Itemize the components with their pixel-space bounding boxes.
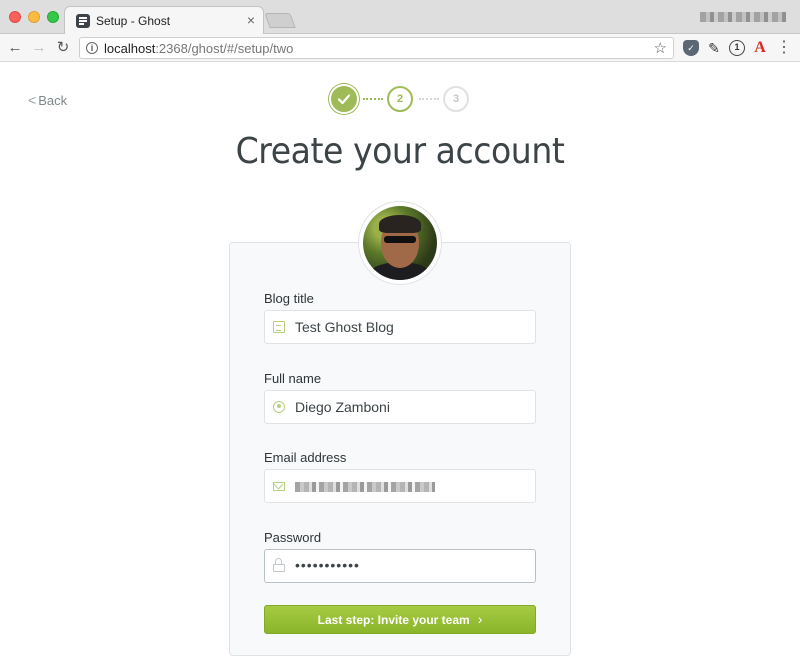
address-bar[interactable]: i localhost:2368/ghost/#/setup/two ☆ [79, 37, 674, 59]
checkmark-icon [337, 94, 351, 105]
mail-icon [273, 482, 285, 491]
profile-photo [363, 206, 437, 280]
chevron-left-icon: < [28, 92, 37, 108]
back-label: Back [38, 93, 68, 108]
blog-title-field[interactable]: Test Ghost Blog [264, 310, 536, 344]
onepassword-extension-icon[interactable]: 1 [729, 40, 745, 56]
browser-menu-icon[interactable]: ⋮ [776, 40, 792, 56]
chevron-right-icon: › [477, 611, 483, 627]
url-host: localhost [104, 41, 156, 56]
back-link[interactable]: < Back [28, 92, 67, 108]
invite-team-button[interactable]: Last step: Invite your team › [264, 605, 536, 634]
reload-icon[interactable]: ↻ [54, 39, 72, 57]
avatar[interactable] [358, 201, 442, 285]
new-tab-button[interactable] [264, 13, 296, 28]
password-value: ••••••••••• [295, 557, 360, 573]
acrobat-extension-icon[interactable]: A [752, 40, 768, 56]
book-icon [273, 321, 285, 333]
browser-toolbar: ← → ↻ i localhost:2368/ghost/#/setup/two… [0, 34, 800, 62]
setup-steps: 2 3 [331, 86, 471, 114]
full-name-label: Full name [264, 371, 322, 386]
blog-title-label: Blog title [264, 291, 314, 306]
tab-close-icon[interactable]: × [247, 12, 255, 28]
step-connector [363, 98, 383, 100]
back-arrow-icon[interactable]: ← [6, 39, 24, 57]
browser-tab-setup[interactable]: Setup - Ghost × [64, 6, 264, 35]
email-label: Email address [264, 450, 347, 465]
step-3-pending: 3 [443, 86, 469, 112]
address-url[interactable]: localhost:2368/ghost/#/setup/two [104, 41, 293, 56]
page-title: Create your account [235, 131, 565, 172]
minimize-window-button[interactable] [28, 11, 40, 23]
close-window-button[interactable] [9, 11, 21, 23]
forward-arrow-icon[interactable]: → [30, 39, 48, 57]
submit-label: Last step: Invite your team [317, 613, 470, 627]
email-value-blurred [295, 482, 435, 492]
bookmark-star-icon[interactable]: ☆ [654, 39, 667, 57]
password-field[interactable]: ••••••••••• [264, 549, 536, 583]
step-connector [419, 98, 439, 100]
step-1-complete [331, 86, 357, 112]
ghost-favicon-icon [76, 14, 90, 28]
password-label: Password [264, 530, 322, 545]
profile-name-blurred[interactable] [700, 12, 786, 22]
full-name-value: Diego Zamboni [295, 399, 390, 415]
user-icon [273, 401, 285, 413]
blog-title-value: Test Ghost Blog [295, 319, 394, 335]
page-info-icon[interactable]: i [86, 42, 98, 54]
lock-icon [273, 558, 285, 572]
pocket-extension-icon[interactable]: ✓ [683, 40, 699, 56]
url-path: :2368/ghost/#/setup/two [155, 41, 294, 56]
email-field[interactable] [264, 469, 536, 503]
extension-puzzle-icon[interactable]: ✎ [706, 40, 722, 56]
full-name-field[interactable]: Diego Zamboni [264, 390, 536, 424]
browser-titlebar: Setup - Ghost × [0, 0, 800, 35]
maximize-window-button[interactable] [47, 11, 59, 23]
step-2-active: 2 [387, 86, 413, 112]
tab-title: Setup - Ghost [96, 14, 171, 28]
